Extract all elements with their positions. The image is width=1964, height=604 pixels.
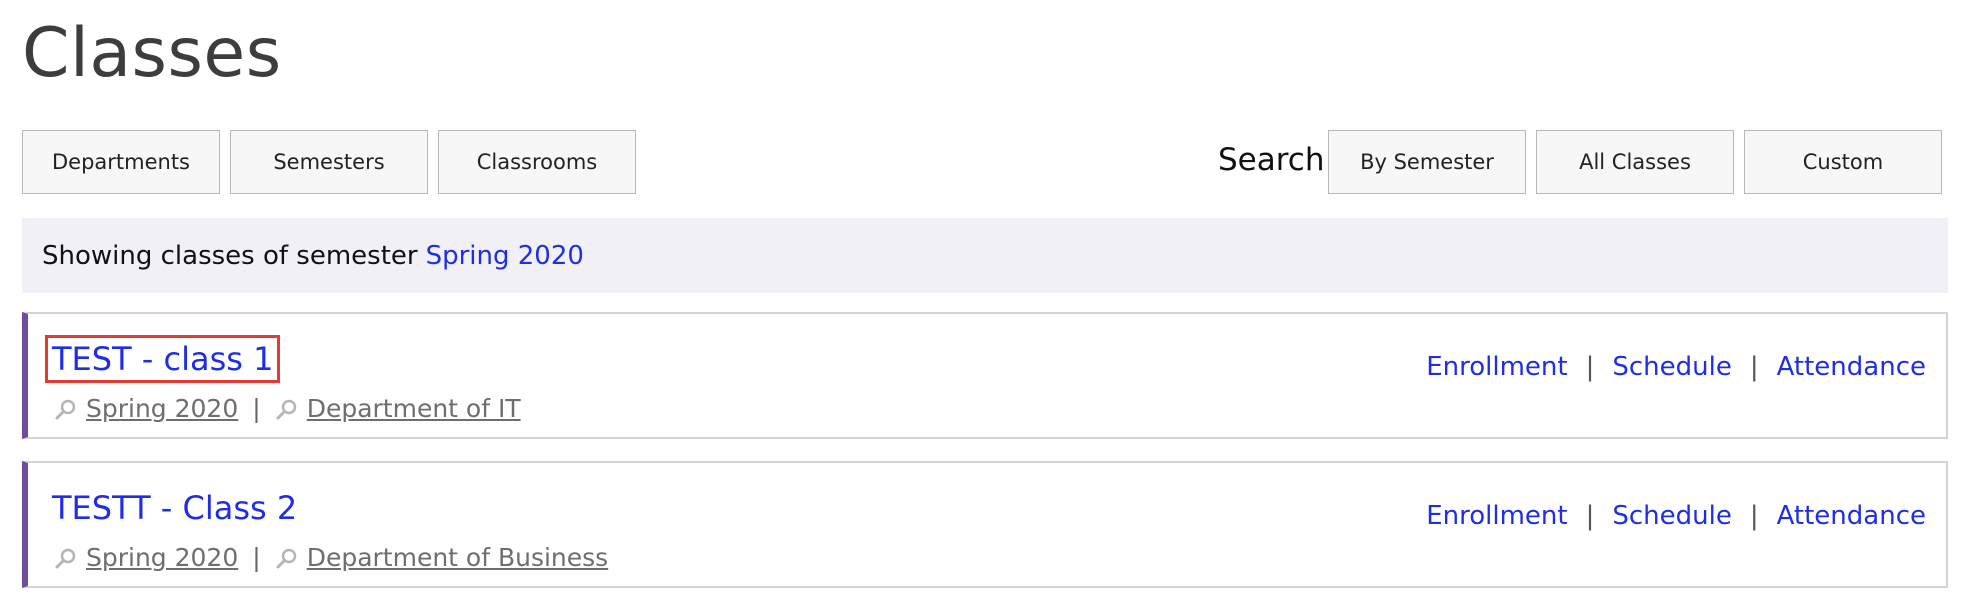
class-actions: Enrollment | Schedule | Attendance	[1426, 501, 1926, 531]
class-meta: Spring 2020 | Department of IT	[54, 394, 521, 423]
class-card: TEST - class 1 Spring 2020 | Department …	[22, 312, 1948, 439]
all-classes-button[interactable]: All Classes	[1536, 130, 1734, 194]
attendance-link[interactable]: Attendance	[1777, 501, 1926, 531]
enrollment-link[interactable]: Enrollment	[1426, 501, 1567, 531]
action-separator: |	[1749, 501, 1759, 531]
magnifier-icon	[54, 397, 78, 421]
semesters-button[interactable]: Semesters	[230, 130, 428, 194]
class-meta: Spring 2020 | Department of Business	[54, 543, 608, 572]
class-actions: Enrollment | Schedule | Attendance	[1426, 352, 1926, 382]
class-department-link[interactable]: Department of Business	[307, 543, 609, 572]
action-separator: |	[1585, 501, 1595, 531]
search-label: Search:	[1218, 142, 1335, 178]
enrollment-link[interactable]: Enrollment	[1426, 352, 1567, 382]
magnifier-icon	[275, 546, 299, 570]
class-department-link[interactable]: Department of IT	[307, 394, 521, 423]
meta-separator: |	[252, 394, 261, 423]
action-separator: |	[1749, 352, 1759, 382]
attendance-link[interactable]: Attendance	[1777, 352, 1926, 382]
classrooms-button[interactable]: Classrooms	[438, 130, 636, 194]
by-semester-button[interactable]: By Semester	[1328, 130, 1526, 194]
semester-banner: Showing classes of semester Spring 2020	[22, 218, 1948, 293]
page-title: Classes	[22, 14, 282, 93]
class-semester-link[interactable]: Spring 2020	[86, 394, 238, 423]
class-card: TESTT - Class 2 Spring 2020 | Department…	[22, 461, 1948, 588]
banner-semester-link[interactable]: Spring 2020	[426, 241, 584, 271]
schedule-link[interactable]: Schedule	[1612, 352, 1731, 382]
departments-button[interactable]: Departments	[22, 130, 220, 194]
toolbar: Departments Semesters Classrooms Search:…	[22, 130, 1948, 196]
magnifier-icon	[54, 546, 78, 570]
action-separator: |	[1585, 352, 1595, 382]
class-semester-link[interactable]: Spring 2020	[86, 543, 238, 572]
schedule-link[interactable]: Schedule	[1612, 501, 1731, 531]
class-title-link[interactable]: TEST - class 1	[44, 335, 281, 383]
meta-separator: |	[252, 543, 261, 572]
class-title-link[interactable]: TESTT - Class 2	[48, 487, 301, 529]
banner-text: Showing classes of semester	[42, 240, 418, 271]
custom-search-button[interactable]: Custom	[1744, 130, 1942, 194]
magnifier-icon	[275, 397, 299, 421]
